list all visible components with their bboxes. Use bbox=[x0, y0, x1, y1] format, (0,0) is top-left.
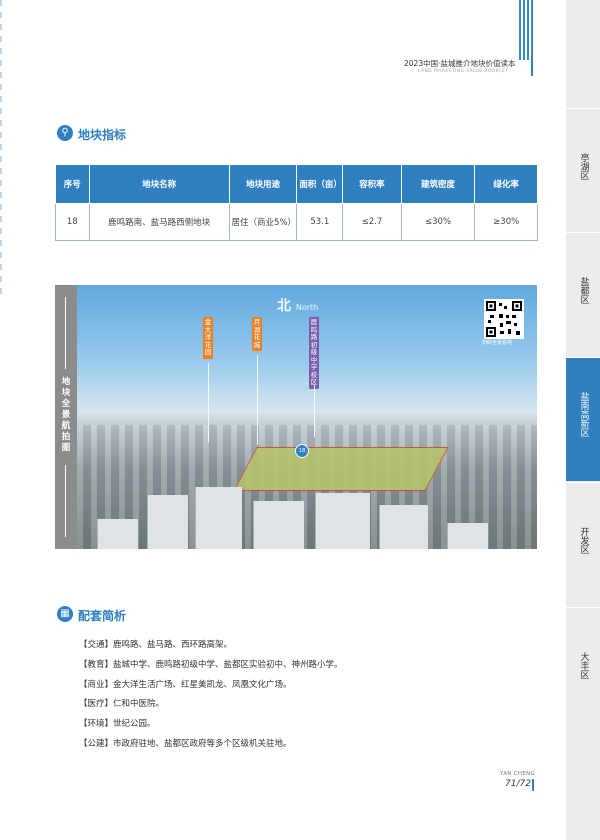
nav-item-tinghu[interactable]: 亭湖区 bbox=[566, 108, 600, 232]
tag-yuehu: 月湖花城 bbox=[252, 317, 262, 351]
nav-label-text: 盐都区 bbox=[578, 277, 589, 304]
aerial-photo: 地块全景航拍图 北 North 金大洋花园 月湖花城 鹿鸣路初级中学校区 18 … bbox=[55, 285, 537, 549]
photo-scene: 北 North 金大洋花园 月湖花城 鹿鸣路初级中学校区 18 扫码全景看地 bbox=[77, 285, 537, 549]
tag-jindayang: 金大洋花园 bbox=[203, 317, 213, 359]
header-accent-bar bbox=[531, 56, 533, 76]
photo-side-band: 地块全景航拍图 bbox=[55, 285, 77, 549]
footer-accent-bar bbox=[532, 779, 534, 791]
left-edge-decoration bbox=[0, 0, 2, 300]
amenity-medical: 【医疗】仁和中医院。 bbox=[79, 699, 165, 709]
tag-luming-school: 鹿鸣路初级中学校区 bbox=[309, 317, 319, 389]
nav-label-text: 亭湖区 bbox=[578, 153, 589, 180]
booklet-title: 2023中国·盐城推介地块价值读本 bbox=[404, 59, 516, 68]
amenity-transport: 【交通】鹿鸣路、盐马路、西环路高架。 bbox=[79, 640, 233, 650]
nav-item-yannan[interactable]: 盐南高新区 bbox=[566, 357, 600, 481]
location-pin-icon: ⚲ bbox=[57, 125, 73, 141]
nav-label: 盐都区 bbox=[566, 277, 600, 308]
north-label: 北 bbox=[277, 298, 291, 314]
page-number: 71/72 bbox=[505, 779, 531, 789]
north-indicator: 北 North bbox=[277, 295, 318, 315]
table-header-row: 序号 地块名称 地块用途 面积（亩） 容积率 建筑密度 绿化率 bbox=[55, 164, 538, 204]
col-header-name: 地块名称 bbox=[88, 164, 230, 204]
col-header-density: 建筑密度 bbox=[400, 164, 476, 204]
qr-code[interactable] bbox=[484, 299, 524, 339]
cell-green: ≥30% bbox=[474, 203, 538, 241]
amenity-public: 【公建】市政府驻地、盐都区政府等多个区级机关驻地。 bbox=[79, 739, 292, 749]
foreground-building bbox=[147, 495, 188, 549]
nav-item-dafeng[interactable]: 大丰区 bbox=[566, 607, 600, 731]
building-icon: ▦ bbox=[57, 606, 73, 622]
foreground-building bbox=[253, 501, 304, 549]
nav-label: 大丰区 bbox=[566, 652, 600, 683]
nav-item-yandu[interactable]: 盐都区 bbox=[566, 232, 600, 356]
qr-caption: 扫码全景看地 bbox=[482, 340, 513, 346]
nav-label-text: 大丰区 bbox=[578, 652, 589, 679]
photo-side-line-top bbox=[65, 297, 66, 369]
cell-area: 53.1 bbox=[296, 203, 344, 241]
col-header-area: 面积（亩） bbox=[296, 164, 344, 204]
tag-text: 月湖花城 bbox=[253, 318, 261, 349]
cell-name: 鹿鸣路南、盐马路西侧地块 bbox=[88, 203, 230, 241]
qr-code-icon bbox=[486, 301, 522, 337]
plot-index-table: 序号 地块名称 地块用途 面积（亩） 容积率 建筑密度 绿化率 18 鹿鸣路南、… bbox=[55, 164, 538, 241]
foreground-building bbox=[315, 493, 370, 549]
footer-city: YAN CHENG bbox=[500, 771, 536, 777]
cell-use: 居住（商业5%） bbox=[228, 203, 298, 241]
col-header-green: 绿化率 bbox=[474, 164, 538, 204]
cell-number: 18 bbox=[55, 203, 90, 241]
cell-far: ≤2.7 bbox=[342, 203, 402, 241]
photo-side-line-bottom bbox=[65, 465, 66, 537]
nav-item-kaifa[interactable]: 开发区 bbox=[566, 482, 600, 606]
tag-leader-line bbox=[257, 355, 258, 445]
amenity-education: 【教育】盐城中学、鹿鸣路初级中学、盐都区实验初中、神州路小学。 bbox=[79, 660, 343, 670]
nav-label: 盐南高新区 bbox=[566, 392, 600, 441]
photo-side-label: 地块全景航拍图 bbox=[61, 377, 71, 453]
col-header-use: 地块用途 bbox=[228, 164, 298, 204]
col-header-number: 序号 bbox=[55, 164, 90, 204]
plot-area-highlight bbox=[233, 447, 449, 491]
tag-text: 金大洋花园 bbox=[204, 318, 212, 356]
section-title-support: 配套简析 bbox=[78, 609, 127, 623]
foreground-building bbox=[379, 505, 428, 549]
amenity-commerce: 【商业】金大洋生活广场、红星美凯龙、凤凰文化广场。 bbox=[79, 680, 292, 690]
foreground-building bbox=[447, 523, 488, 549]
plot-marker: 18 bbox=[295, 444, 309, 458]
booklet-subtitle: LAND MARKETING VALUE BOOKLET bbox=[418, 69, 509, 74]
north-en-label: North bbox=[295, 303, 319, 312]
header-stripe-decoration bbox=[519, 0, 533, 60]
tag-leader-line bbox=[314, 385, 315, 437]
col-header-far: 容积率 bbox=[342, 164, 402, 204]
nav-label: 亭湖区 bbox=[566, 153, 600, 184]
cell-density: ≤30% bbox=[400, 203, 476, 241]
page: 2023中国·盐城推介地块价值读本 LAND MARKETING VALUE B… bbox=[0, 0, 600, 840]
nav-label-text: 盐南高新区 bbox=[578, 392, 589, 437]
table-row: 18 鹿鸣路南、盐马路西侧地块 居住（商业5%） 53.1 ≤2.7 ≤30% … bbox=[55, 203, 538, 241]
nav-label: 开发区 bbox=[566, 527, 600, 558]
foreground-building bbox=[97, 519, 138, 549]
tag-text: 鹿鸣路初级中学校区 bbox=[310, 318, 318, 386]
district-nav: 亭湖区 盐都区 盐南高新区 开发区 大丰区 bbox=[566, 0, 600, 840]
tag-leader-line bbox=[208, 363, 209, 443]
foreground-building bbox=[195, 487, 242, 549]
section-title-index: 地块指标 bbox=[78, 128, 127, 142]
amenity-environment: 【环境】世纪公园。 bbox=[79, 719, 156, 729]
nav-label-text: 开发区 bbox=[578, 527, 589, 554]
